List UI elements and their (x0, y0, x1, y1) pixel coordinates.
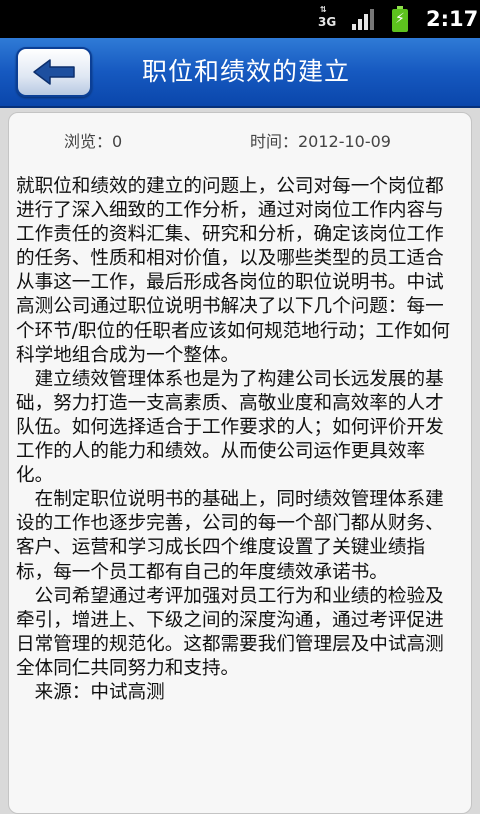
signal-icon (352, 8, 376, 30)
status-bar: ⇅ 3G ⚡ 2:17 (0, 0, 480, 38)
publish-time: 时间：2012-10-09 (250, 132, 391, 151)
article-paragraph: 在制定职位说明书的基础上，同时绩效管理体系建设的工作也逐步完善，公司的每一个部门… (16, 489, 444, 583)
view-count: 浏览：0 (64, 132, 123, 151)
page-title: 职位和绩效的建立 (141, 57, 350, 86)
article-paragraph: 就职位和绩效的建立的问题上，公司对每一个岗位都进行了深入细致的工作分析，通过对岗… (16, 176, 450, 366)
article-body: 就职位和绩效的建立的问题上，公司对每一个岗位都进行了深入细致的工作分析，通过对岗… (16, 175, 456, 705)
article-paragraph: 公司希望通过考评加强对员工行为和业绩的检验及牵引，增进上、下级之间的深度沟通，通… (16, 585, 444, 679)
battery-charging-icon: ⚡ (392, 6, 408, 32)
article-paragraph: 建立绩效管理体系也是为了构建公司长远发展的基础，努力打造一支高素质、高敬业度和高… (16, 368, 444, 487)
arrow-left-icon (33, 59, 75, 85)
status-clock: 2:17 (426, 7, 479, 31)
article-source: 来源：中试高测 (16, 681, 165, 703)
title-bar: 职位和绩效的建立 (0, 38, 480, 108)
back-button[interactable] (16, 47, 92, 97)
